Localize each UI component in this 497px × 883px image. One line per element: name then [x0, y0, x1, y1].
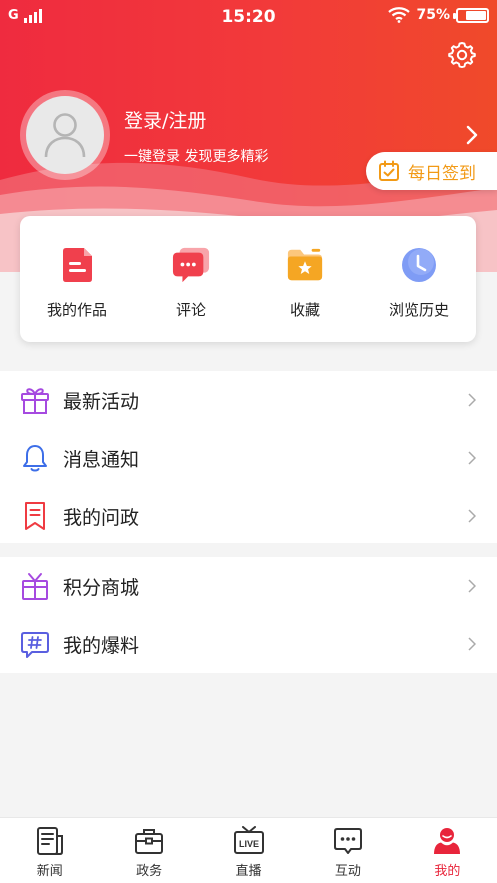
quick-actions-card: 我的作品 评论 收藏 浏览历史 [20, 216, 476, 342]
quick-action-history[interactable]: 浏览历史 [362, 216, 476, 342]
menu-item-label: 我的爆料 [63, 634, 140, 657]
tab-label: 我的 [434, 864, 461, 879]
bell-icon [23, 445, 47, 472]
tab-label: 直播 [235, 864, 262, 879]
quick-action-my-works[interactable]: 我的作品 [20, 216, 134, 342]
login-register-link[interactable]: 登录/注册 [124, 106, 206, 133]
tab-mine[interactable]: 我的 [398, 818, 497, 883]
checkin-label: 每日签到 [408, 163, 476, 184]
chevron-right-icon [468, 451, 476, 465]
bottom-tab-bar: 新闻 政务 LIVE 直播 互动 我的 [0, 817, 497, 883]
status-bar: G 15:20 75% [0, 0, 497, 36]
gift-box-icon [22, 573, 48, 600]
battery-percent: 75% [416, 7, 450, 23]
menu-item-my-inquiries[interactable]: 我的问政 [0, 487, 497, 545]
tab-interaction[interactable]: 互动 [298, 818, 397, 883]
quick-action-favorites[interactable]: 收藏 [248, 216, 362, 342]
user-icon [434, 828, 461, 854]
wifi-icon [388, 7, 411, 23]
calendar-check-icon [379, 160, 399, 181]
clock-icon [402, 248, 436, 282]
menu-item-label: 消息通知 [63, 448, 140, 471]
works-icon [63, 248, 92, 282]
newspaper-icon [36, 827, 63, 855]
avatar-placeholder [26, 96, 104, 174]
menu-item-label: 积分商城 [63, 576, 140, 599]
live-icon-text: LIVE [239, 839, 259, 849]
menu-item-label: 我的问政 [63, 506, 140, 529]
menu-item-latest-activity[interactable]: 最新活动 [0, 371, 497, 429]
menu-section-1: 最新活动 消息通知 我的问政 [0, 371, 497, 543]
tab-label: 政务 [136, 864, 163, 879]
menu-item-points-mall[interactable]: 积分商城 [0, 557, 497, 615]
tab-government[interactable]: 政务 [99, 818, 198, 883]
avatar[interactable] [20, 90, 110, 180]
comment-icon [172, 247, 210, 283]
chevron-right-icon [468, 637, 476, 651]
tab-live[interactable]: LIVE 直播 [199, 818, 298, 883]
tab-label: 互动 [334, 864, 361, 879]
menu-section-2: 积分商城 我的爆料 [0, 557, 497, 673]
chevron-right-icon [468, 509, 476, 523]
chevron-right-icon [468, 393, 476, 407]
gift-icon [21, 388, 49, 414]
chevron-right-icon [468, 579, 476, 593]
battery-fill [466, 10, 486, 20]
quick-action-label: 我的作品 [46, 301, 107, 319]
favorites-folder-icon [287, 248, 323, 281]
menu-item-my-tipoffs[interactable]: 我的爆料 [0, 615, 497, 673]
briefcase-icon [135, 829, 164, 854]
tab-label: 新闻 [36, 864, 63, 879]
live-tv-icon: LIVE [233, 826, 264, 854]
daily-checkin-button[interactable]: 每日签到 [366, 152, 497, 190]
menu-item-label: 最新活动 [63, 390, 140, 413]
settings-gear-icon[interactable] [447, 40, 477, 70]
quick-action-label: 评论 [175, 301, 206, 319]
chat-icon [333, 828, 362, 854]
quick-action-label: 浏览历史 [388, 301, 449, 319]
user-silhouette-icon [44, 113, 86, 158]
battery-icon [453, 7, 489, 23]
chevron-right-icon[interactable] [465, 124, 479, 146]
bookmark-icon [25, 502, 45, 530]
quick-action-comment[interactable]: 评论 [134, 216, 248, 342]
quick-action-label: 收藏 [289, 301, 320, 319]
hashtag-icon [21, 632, 49, 658]
menu-item-notifications[interactable]: 消息通知 [0, 429, 497, 487]
login-subtitle: 一键登录 发现更多精彩 [124, 149, 269, 165]
tab-news[interactable]: 新闻 [0, 818, 99, 883]
